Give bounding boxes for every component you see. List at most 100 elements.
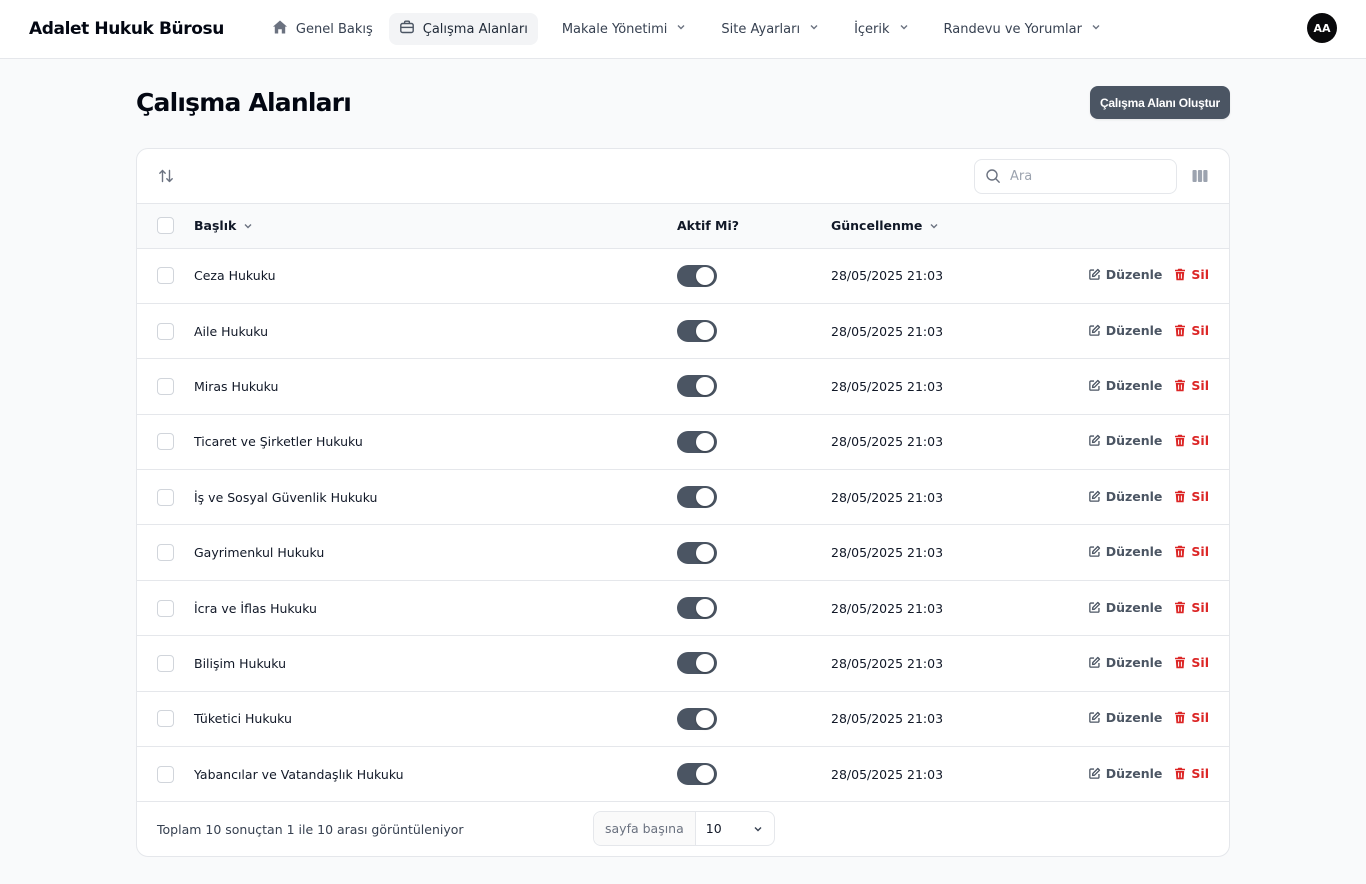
row-updated: 28/05/2025 21:03: [831, 711, 944, 727]
sort-icon[interactable]: [157, 167, 175, 185]
edit-icon: [1088, 711, 1101, 724]
sort-by-title-button[interactable]: Başlık: [194, 218, 254, 233]
edit-button[interactable]: Düzenle: [1088, 378, 1162, 393]
per-page-select[interactable]: 10: [696, 821, 774, 836]
delete-button[interactable]: Sil: [1174, 544, 1209, 559]
row-checkbox[interactable]: [157, 710, 174, 728]
delete-button[interactable]: Sil: [1174, 323, 1209, 338]
edit-button[interactable]: Düzenle: [1088, 544, 1163, 560]
row-active-cell: [677, 248, 831, 303]
nav-item-site-settings[interactable]: Site Ayarları: [711, 13, 830, 45]
edit-button[interactable]: Düzenle: [1088, 322, 1163, 338]
row-checkbox[interactable]: [157, 377, 174, 395]
row-checkbox[interactable]: [157, 599, 174, 617]
edit-icon: [1088, 268, 1101, 281]
sort-by-updated-button[interactable]: Güncellenme: [831, 218, 940, 233]
edit-button[interactable]: Düzenle: [1088, 710, 1162, 725]
toggle-knob: [696, 709, 714, 728]
delete-label: Sil: [1191, 322, 1209, 338]
avatar[interactable]: AA: [1307, 13, 1337, 43]
header-active-cell: Aktif Mi?: [677, 204, 831, 248]
row-checkbox[interactable]: [157, 488, 174, 506]
row-actions: Düzenle Sil: [1088, 710, 1209, 725]
practice-areas-table: Başlık Aktif Mi? Güncellenme Ceza Hukuku…: [137, 204, 1229, 802]
row-checkbox[interactable]: [157, 544, 174, 562]
trash-icon: [1174, 711, 1186, 724]
nav-item-content[interactable]: İçerik: [844, 13, 919, 45]
row-actions-cell: Düzenle Sil: [1031, 414, 1229, 469]
active-toggle[interactable]: [677, 486, 717, 509]
active-toggle[interactable]: [677, 375, 717, 398]
per-page-control: sayfa başına 10: [593, 811, 775, 847]
nav-item-appointments-reviews[interactable]: Randevu ve Yorumlar: [934, 13, 1112, 45]
delete-label: Sil: [1191, 599, 1209, 615]
table-row: Tüketici Hukuku 28/05/2025 21:03 Düzenle…: [137, 691, 1229, 747]
top-navigation: Adalet Hukuk Bürosu Genel Bakış Çalışma …: [0, 0, 1366, 59]
edit-button[interactable]: Düzenle: [1088, 600, 1162, 615]
brand-logo-text[interactable]: Adalet Hukuk Bürosu: [29, 19, 224, 39]
row-title: Tüketici Hukuku: [194, 711, 292, 727]
table-header-row: Başlık Aktif Mi? Güncellenme: [137, 204, 1229, 248]
table-body: Ceza Hukuku 28/05/2025 21:03 Düzenle Sil: [137, 248, 1229, 802]
delete-button[interactable]: Sil: [1174, 433, 1209, 448]
search-input[interactable]: [1010, 168, 1160, 184]
delete-button[interactable]: Sil: [1174, 267, 1209, 282]
active-toggle[interactable]: [677, 652, 717, 675]
column-header-updated: Güncellenme: [831, 218, 923, 234]
delete-button[interactable]: Sil: [1174, 489, 1209, 504]
row-title: Ticaret ve Şirketler Hukuku: [194, 434, 363, 450]
chevron-down-icon: [898, 21, 910, 37]
row-checkbox[interactable]: [157, 433, 174, 451]
nav-item-practice-areas[interactable]: Çalışma Alanları: [388, 13, 538, 45]
delete-label: Sil: [1191, 488, 1209, 504]
trash-icon: [1174, 656, 1186, 669]
trash-icon: [1174, 601, 1186, 614]
edit-button[interactable]: Düzenle: [1088, 433, 1162, 448]
active-toggle[interactable]: [677, 597, 717, 620]
row-checkbox[interactable]: [157, 654, 174, 672]
row-checkbox[interactable]: [157, 322, 174, 340]
row-checkbox[interactable]: [157, 765, 174, 783]
active-toggle[interactable]: [677, 541, 717, 564]
row-actions: Düzenle Sil: [1088, 433, 1209, 448]
active-toggle[interactable]: [677, 320, 717, 343]
table-header: Başlık Aktif Mi? Güncellenme: [137, 204, 1229, 248]
edit-button[interactable]: Düzenle: [1088, 655, 1162, 670]
edit-button[interactable]: Düzenle: [1088, 267, 1163, 283]
delete-button[interactable]: Sil: [1174, 378, 1209, 393]
table-toolbar: [137, 149, 1229, 204]
delete-button[interactable]: Sil: [1174, 655, 1209, 670]
delete-button[interactable]: Sil: [1174, 710, 1209, 725]
columns-icon[interactable]: [1191, 167, 1209, 185]
row-active-cell: [677, 580, 831, 635]
search-box: [974, 158, 1177, 194]
trash-icon: [1174, 268, 1186, 281]
active-toggle[interactable]: [677, 264, 717, 287]
nav-item-overview[interactable]: Genel Bakış: [262, 13, 383, 45]
header-title-cell: Başlık: [194, 204, 677, 248]
delete-button[interactable]: Sil: [1174, 600, 1209, 615]
row-updated: 28/05/2025 21:03: [831, 378, 944, 394]
edit-button[interactable]: Düzenle: [1088, 489, 1162, 504]
select-all-checkbox[interactable]: [157, 217, 174, 235]
row-select-cell: [137, 691, 194, 746]
row-updated: 28/05/2025 21:03: [831, 766, 944, 782]
row-title: Gayrimenkul Hukuku: [194, 545, 325, 561]
edit-label: Düzenle: [1105, 267, 1163, 283]
edit-button[interactable]: Düzenle: [1088, 766, 1162, 781]
row-checkbox[interactable]: [157, 267, 174, 285]
row-actions-cell: Düzenle Sil: [1031, 303, 1229, 358]
column-header-active: Aktif Mi?: [677, 218, 740, 234]
row-actions: Düzenle Sil: [1088, 766, 1209, 781]
delete-label: Sil: [1191, 377, 1209, 393]
active-toggle[interactable]: [677, 763, 717, 786]
delete-button[interactable]: Sil: [1174, 766, 1209, 781]
active-toggle[interactable]: [677, 707, 717, 730]
row-actions: Düzenle Sil: [1088, 489, 1209, 504]
nav-item-article-management[interactable]: Makale Yönetimi: [552, 13, 698, 45]
edit-label: Düzenle: [1105, 322, 1163, 338]
page-title: Çalışma Alanları: [136, 88, 352, 117]
create-practice-area-button[interactable]: Çalışma Alanı Oluştur: [1089, 86, 1230, 119]
edit-label: Düzenle: [1105, 544, 1163, 560]
active-toggle[interactable]: [677, 430, 717, 453]
